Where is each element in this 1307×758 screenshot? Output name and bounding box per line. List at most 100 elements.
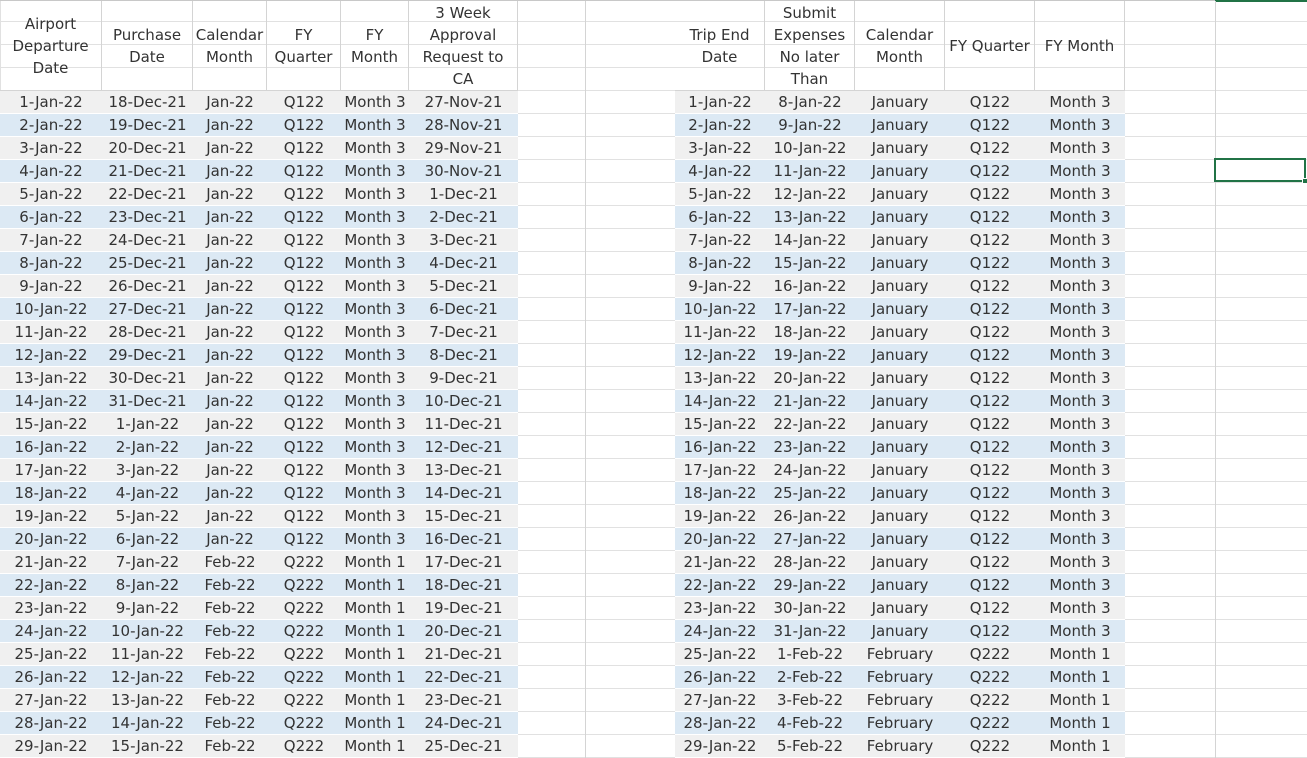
- table-cell[interactable]: Q222: [267, 712, 341, 735]
- table-cell[interactable]: Month 3: [341, 505, 409, 528]
- table-cell[interactable]: Jan-22: [193, 321, 267, 344]
- table-cell[interactable]: Month 3: [341, 114, 409, 137]
- table-cell[interactable]: Month 3: [341, 229, 409, 252]
- table-cell[interactable]: 11-Dec-21: [409, 413, 518, 436]
- table-cell[interactable]: 29-Jan-22: [765, 574, 855, 597]
- table-cell[interactable]: Q122: [945, 436, 1035, 459]
- table-cell[interactable]: Q122: [945, 229, 1035, 252]
- table-cell[interactable]: 9-Jan-22: [102, 597, 193, 620]
- table-cell[interactable]: Feb-22: [193, 712, 267, 735]
- column-header[interactable]: 3 Week Approval Request to CA: [409, 1, 518, 90]
- table-cell[interactable]: 10-Dec-21: [409, 390, 518, 413]
- table-cell[interactable]: Jan-22: [193, 413, 267, 436]
- table-cell[interactable]: 9-Jan-22: [765, 114, 855, 137]
- table-cell[interactable]: 11-Jan-22: [675, 321, 765, 344]
- table-cell[interactable]: Month 3: [341, 252, 409, 275]
- table-cell[interactable]: 28-Nov-21: [409, 114, 518, 137]
- table-cell[interactable]: Q122: [267, 91, 341, 114]
- table-cell[interactable]: Q122: [267, 482, 341, 505]
- table-cell[interactable]: Month 3: [1035, 551, 1125, 574]
- table-cell[interactable]: 1-Jan-22: [0, 91, 102, 114]
- table-cell[interactable]: Jan-22: [193, 252, 267, 275]
- table-cell[interactable]: 11-Jan-22: [765, 160, 855, 183]
- table-cell[interactable]: Q122: [945, 275, 1035, 298]
- table-cell[interactable]: 29-Nov-21: [409, 137, 518, 160]
- table-cell[interactable]: 27-Dec-21: [102, 298, 193, 321]
- table-cell[interactable]: 20-Dec-21: [102, 137, 193, 160]
- table-cell[interactable]: Month 3: [1035, 91, 1125, 114]
- table-cell[interactable]: 25-Dec-21: [102, 252, 193, 275]
- table-cell[interactable]: 16-Jan-22: [0, 436, 102, 459]
- table-cell[interactable]: 13-Jan-22: [675, 367, 765, 390]
- table-cell[interactable]: February: [855, 643, 945, 666]
- table-cell[interactable]: 30-Jan-22: [765, 597, 855, 620]
- table-cell[interactable]: January: [855, 91, 945, 114]
- table-cell[interactable]: Month 3: [1035, 206, 1125, 229]
- table-cell[interactable]: Q122: [945, 597, 1035, 620]
- table-cell[interactable]: 15-Jan-22: [0, 413, 102, 436]
- table-cell[interactable]: Month 3: [1035, 413, 1125, 436]
- table-cell[interactable]: 5-Jan-22: [675, 183, 765, 206]
- table-cell[interactable]: Q122: [267, 206, 341, 229]
- table-cell[interactable]: 14-Jan-22: [102, 712, 193, 735]
- table-cell[interactable]: Month 1: [341, 643, 409, 666]
- table-cell[interactable]: Month 3: [1035, 298, 1125, 321]
- table-cell[interactable]: Q122: [267, 390, 341, 413]
- table-cell[interactable]: Q122: [945, 620, 1035, 643]
- table-cell[interactable]: Month 3: [341, 482, 409, 505]
- table-cell[interactable]: Feb-22: [193, 620, 267, 643]
- table-cell[interactable]: 15-Jan-22: [765, 252, 855, 275]
- table-cell[interactable]: Month 1: [341, 735, 409, 758]
- table-cell[interactable]: 21-Jan-22: [765, 390, 855, 413]
- column-header[interactable]: Trip End Date: [675, 1, 765, 90]
- table-cell[interactable]: Jan-22: [193, 275, 267, 298]
- table-cell[interactable]: Q122: [945, 91, 1035, 114]
- table-cell[interactable]: Jan-22: [193, 229, 267, 252]
- table-cell[interactable]: 2-Jan-22: [0, 114, 102, 137]
- table-cell[interactable]: Q122: [267, 137, 341, 160]
- table-cell[interactable]: Q122: [945, 505, 1035, 528]
- table-cell[interactable]: 8-Jan-22: [102, 574, 193, 597]
- table-cell[interactable]: 8-Jan-22: [675, 252, 765, 275]
- table-cell[interactable]: Q222: [267, 597, 341, 620]
- table-cell[interactable]: 22-Jan-22: [765, 413, 855, 436]
- table-cell[interactable]: 18-Jan-22: [765, 321, 855, 344]
- table-cell[interactable]: Q122: [945, 344, 1035, 367]
- table-cell[interactable]: Q222: [945, 712, 1035, 735]
- table-cell[interactable]: Q222: [267, 574, 341, 597]
- table-cell[interactable]: 2-Dec-21: [409, 206, 518, 229]
- table-cell[interactable]: Month 3: [1035, 229, 1125, 252]
- table-cell[interactable]: Month 3: [1035, 459, 1125, 482]
- table-cell[interactable]: 7-Jan-22: [0, 229, 102, 252]
- table-cell[interactable]: 10-Jan-22: [0, 298, 102, 321]
- table-cell[interactable]: 14-Dec-21: [409, 482, 518, 505]
- table-cell[interactable]: 8-Dec-21: [409, 344, 518, 367]
- column-header[interactable]: FY Quarter: [267, 1, 341, 90]
- table-cell[interactable]: January: [855, 321, 945, 344]
- table-cell[interactable]: 6-Jan-22: [102, 528, 193, 551]
- table-cell[interactable]: January: [855, 574, 945, 597]
- table-cell[interactable]: Month 3: [341, 183, 409, 206]
- table-cell[interactable]: 26-Dec-21: [102, 275, 193, 298]
- table-cell[interactable]: Q222: [267, 643, 341, 666]
- table-cell[interactable]: 19-Jan-22: [675, 505, 765, 528]
- table-cell[interactable]: 6-Jan-22: [0, 206, 102, 229]
- table-cell[interactable]: 28-Jan-22: [675, 712, 765, 735]
- table-cell[interactable]: Month 3: [341, 137, 409, 160]
- table-cell[interactable]: Q222: [945, 689, 1035, 712]
- table-cell[interactable]: January: [855, 597, 945, 620]
- table-cell[interactable]: 19-Dec-21: [102, 114, 193, 137]
- table-cell[interactable]: Jan-22: [193, 298, 267, 321]
- table-cell[interactable]: 23-Dec-21: [409, 689, 518, 712]
- table-cell[interactable]: 19-Dec-21: [409, 597, 518, 620]
- table-cell[interactable]: 12-Dec-21: [409, 436, 518, 459]
- table-cell[interactable]: Q122: [267, 413, 341, 436]
- table-cell[interactable]: 17-Jan-22: [765, 298, 855, 321]
- table-cell[interactable]: Month 3: [1035, 321, 1125, 344]
- table-cell[interactable]: January: [855, 551, 945, 574]
- table-cell[interactable]: Month 1: [341, 597, 409, 620]
- table-cell[interactable]: 10-Jan-22: [675, 298, 765, 321]
- table-cell[interactable]: Month 3: [1035, 183, 1125, 206]
- table-cell[interactable]: February: [855, 735, 945, 758]
- table-cell[interactable]: 27-Nov-21: [409, 91, 518, 114]
